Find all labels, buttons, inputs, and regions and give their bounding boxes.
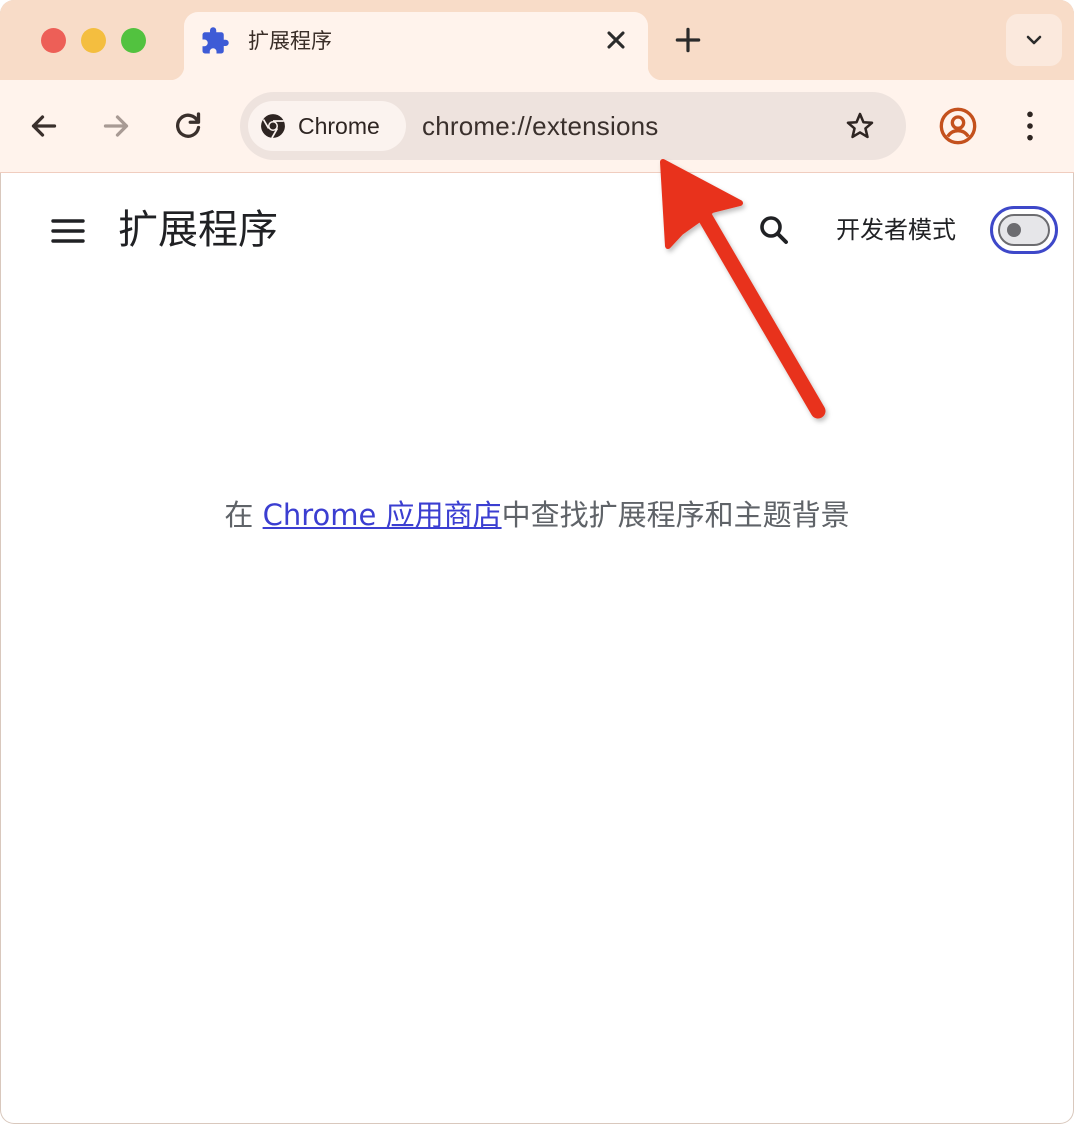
site-info-chip[interactable]: Chrome [248,101,406,151]
new-tab-icon[interactable] [672,24,704,56]
toggle-track [998,214,1050,246]
back-arrow-icon[interactable] [26,108,62,144]
page-title: 扩展程序 [118,207,278,253]
forward-arrow-icon[interactable] [98,108,134,144]
extensions-header: 扩展程序 开发者模式 [0,174,1074,286]
reload-icon[interactable] [170,108,206,144]
empty-state-message: 在 Chrome 应用商店中查找扩展程序和主题背景 [0,496,1074,534]
browser-window: 扩展程序 Chrome chrome://extensions 扩展程序 开发者… [0,0,1074,1124]
developer-mode-label: 开发者模式 [836,216,956,244]
tab-extensions[interactable]: 扩展程序 [170,12,662,80]
chrome-logo-icon [261,114,285,139]
profile-icon[interactable] [938,106,978,146]
minimize-window-button[interactable] [81,28,106,53]
toggle-knob [1007,223,1021,237]
tab-strip: 扩展程序 [0,0,1074,80]
message-suffix: 中查找扩展程序和主题背景 [501,498,850,532]
site-chip-label: Chrome [298,113,380,139]
bookmark-star-icon[interactable] [844,110,876,142]
close-tab-icon[interactable] [602,26,630,54]
chevron-down-icon [1026,35,1042,45]
hamburger-menu-icon[interactable] [50,216,86,246]
toolbar: Chrome chrome://extensions [0,80,1074,173]
tab-search-button[interactable] [1006,14,1062,66]
tab-title: 扩展程序 [248,29,332,53]
zoom-window-button[interactable] [121,28,146,53]
more-menu-icon[interactable] [1016,108,1044,144]
url-text[interactable]: chrome://extensions [422,110,658,142]
puzzle-icon [202,27,229,54]
message-prefix: 在 [224,498,263,532]
address-bar[interactable]: Chrome chrome://extensions [240,92,906,160]
search-icon[interactable] [756,212,792,248]
chrome-web-store-link[interactable]: Chrome 应用商店 [263,498,502,532]
close-window-button[interactable] [41,28,66,53]
developer-mode-toggle[interactable] [990,206,1058,254]
